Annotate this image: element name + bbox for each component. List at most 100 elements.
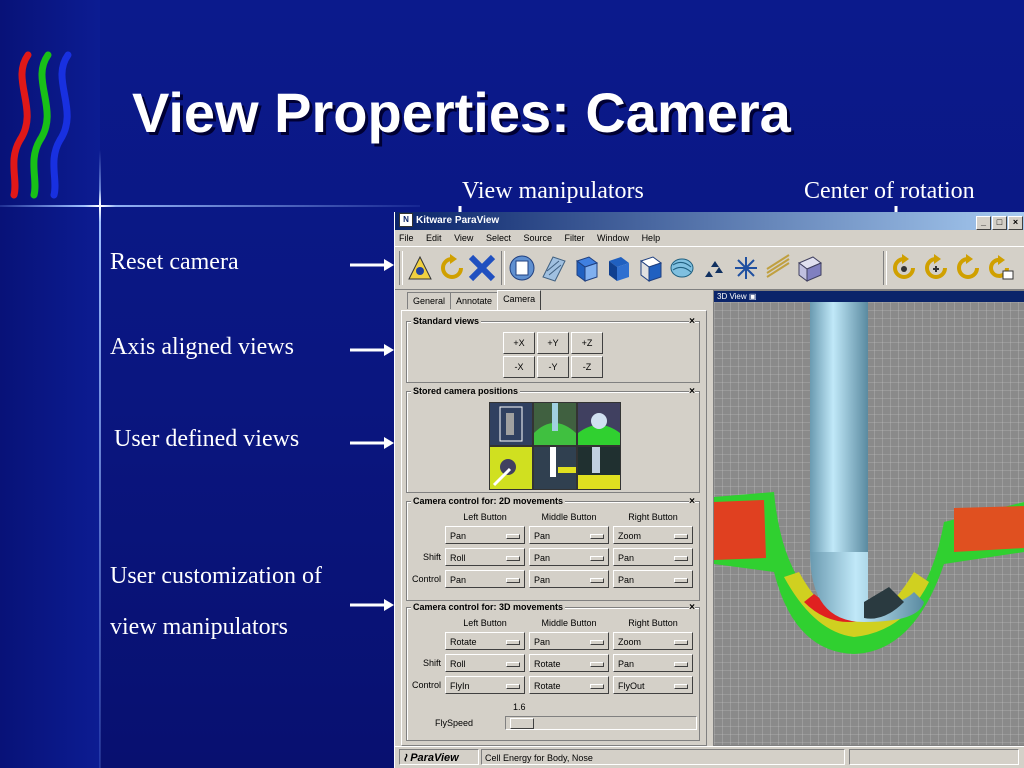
label-view-manipulators: View manipulators <box>462 178 644 204</box>
view-minus-y-button[interactable]: -Y <box>537 356 569 378</box>
stored-camera-title: Stored camera positions <box>411 386 521 396</box>
camera-2d-group: Camera control for: 2D movements × Left … <box>406 496 700 601</box>
tab-general[interactable]: General <box>407 292 452 309</box>
chevron-down-icon <box>590 534 604 539</box>
chevron-down-icon <box>674 578 688 583</box>
translate-manipulator-icon[interactable] <box>467 253 497 283</box>
camera-3d-middle-select[interactable]: Pan <box>529 632 609 650</box>
stored-view-thumbnail[interactable] <box>489 402 533 446</box>
view-plus-y-button[interactable]: +Y <box>537 332 569 354</box>
column-header: Left Button <box>463 618 507 628</box>
toolbar-separator <box>501 251 505 285</box>
toolbar <box>395 246 1024 290</box>
chevron-down-icon <box>506 578 520 583</box>
menu-window[interactable]: Window <box>597 233 629 243</box>
label-center-of-rotation: Center of rotation <box>804 178 975 204</box>
label-user-defined-views: User defined views <box>114 426 300 452</box>
label-user-customization-line1: User customization of <box>110 563 322 589</box>
clip-icon[interactable] <box>603 253 633 283</box>
chevron-down-icon <box>506 556 520 561</box>
cut-icon[interactable] <box>571 253 601 283</box>
camera-3d-shift-left-select[interactable]: Roll <box>445 654 525 672</box>
grid-icon[interactable] <box>795 253 825 283</box>
camera-3d-ctrl-left-select[interactable]: FlyIn <box>445 676 525 694</box>
stored-view-thumbnail[interactable] <box>577 446 621 490</box>
maximize-button[interactable]: □ <box>992 216 1007 230</box>
camera-2d-middle-select[interactable]: Pan <box>529 526 609 544</box>
menu-source[interactable]: Source <box>523 233 552 243</box>
view-plus-x-button[interactable]: +X <box>503 332 535 354</box>
camera-3d-shift-middle-select[interactable]: Rotate <box>529 654 609 672</box>
column-header: Middle Button <box>541 512 597 522</box>
toolbar-separator <box>883 251 887 285</box>
camera-2d-title: Camera control for: 2D movements <box>411 496 566 506</box>
tab-annotate[interactable]: Annotate <box>450 292 499 309</box>
center-rotation-icon[interactable] <box>889 253 919 283</box>
standard-views-group: Standard views × +X +Y +Z -X -Y -Z <box>406 316 700 383</box>
reset-center-icon[interactable] <box>921 253 951 283</box>
menu-select[interactable]: Select <box>486 233 511 243</box>
window-titlebar[interactable]: N Kitware ParaView _ □ × <box>395 212 1024 230</box>
menu-filter[interactable]: Filter <box>565 233 585 243</box>
calculator-icon[interactable] <box>507 253 537 283</box>
menu-edit[interactable]: Edit <box>426 233 442 243</box>
reset-camera-icon[interactable] <box>405 253 435 283</box>
camera-2d-ctrl-right-select[interactable]: Pan <box>613 570 693 588</box>
camera-2d-left-select[interactable]: Pan <box>445 526 525 544</box>
threshold-icon[interactable] <box>635 253 665 283</box>
camera-3d-ctrl-middle-select[interactable]: Rotate <box>529 676 609 694</box>
paraview-logo-icon <box>10 51 72 199</box>
menu-view[interactable]: View <box>454 233 473 243</box>
menu-bar: File Edit View Select Source Filter Wind… <box>395 230 1024 246</box>
chevron-down-icon <box>506 662 520 667</box>
camera-2d-shift-right-select[interactable]: Pan <box>613 548 693 566</box>
flyspeed-slider[interactable] <box>505 716 697 730</box>
stored-view-thumbnail[interactable] <box>489 446 533 490</box>
close-button[interactable]: × <box>1008 216 1023 230</box>
3d-view-titlebar: 3D View ▣ <box>714 291 1024 302</box>
close-icon[interactable]: × <box>689 496 695 507</box>
stored-view-thumbnail[interactable] <box>577 402 621 446</box>
standard-views-title: Standard views <box>411 316 482 326</box>
camera-2d-ctrl-left-select[interactable]: Pan <box>445 570 525 588</box>
rotate-manipulator-icon[interactable] <box>437 253 467 283</box>
camera-2d-shift-middle-select[interactable]: Pan <box>529 548 609 566</box>
camera-3d-shift-right-select[interactable]: Pan <box>613 654 693 672</box>
show-center-icon[interactable] <box>985 253 1015 283</box>
menu-file[interactable]: File <box>399 233 414 243</box>
slider-handle[interactable] <box>510 718 534 729</box>
camera-2d-shift-left-select[interactable]: Roll <box>445 548 525 566</box>
stored-view-thumbnail[interactable] <box>533 446 577 490</box>
view-minus-z-button[interactable]: -Z <box>571 356 603 378</box>
window-title: Kitware ParaView <box>416 215 500 226</box>
3d-render-canvas[interactable] <box>714 302 1024 745</box>
menu-help[interactable]: Help <box>642 233 661 243</box>
arrow-right-icon <box>350 599 394 611</box>
minimize-button[interactable]: _ <box>976 216 991 230</box>
close-icon[interactable]: × <box>689 386 695 397</box>
tab-camera[interactable]: Camera <box>497 290 542 310</box>
camera-2d-ctrl-middle-select[interactable]: Pan <box>529 570 609 588</box>
view-plus-z-button[interactable]: +Z <box>571 332 603 354</box>
glyph-icon[interactable] <box>699 253 729 283</box>
warp-icon[interactable] <box>763 253 793 283</box>
decorative-horizontal-line <box>0 205 420 207</box>
close-icon[interactable]: × <box>689 602 695 613</box>
label-user-customization-line2: view manipulators <box>110 614 288 640</box>
chevron-down-icon <box>506 640 520 645</box>
chevron-down-icon <box>590 640 604 645</box>
stored-view-thumbnail[interactable] <box>533 402 577 446</box>
pick-center-icon[interactable] <box>953 253 983 283</box>
stream-tracer-icon[interactable] <box>667 253 697 283</box>
3d-view[interactable]: 3D View ▣ <box>713 290 1024 746</box>
row-label-control: Control <box>411 680 441 690</box>
probe-icon[interactable] <box>731 253 761 283</box>
close-icon[interactable]: × <box>689 316 695 327</box>
view-options-icon[interactable]: ▣ <box>749 292 757 301</box>
view-minus-x-button[interactable]: -X <box>503 356 535 378</box>
camera-3d-ctrl-right-select[interactable]: FlyOut <box>613 676 693 694</box>
contour-icon[interactable] <box>539 253 569 283</box>
camera-3d-right-select[interactable]: Zoom <box>613 632 693 650</box>
camera-3d-left-select[interactable]: Rotate <box>445 632 525 650</box>
camera-2d-right-select[interactable]: Zoom <box>613 526 693 544</box>
